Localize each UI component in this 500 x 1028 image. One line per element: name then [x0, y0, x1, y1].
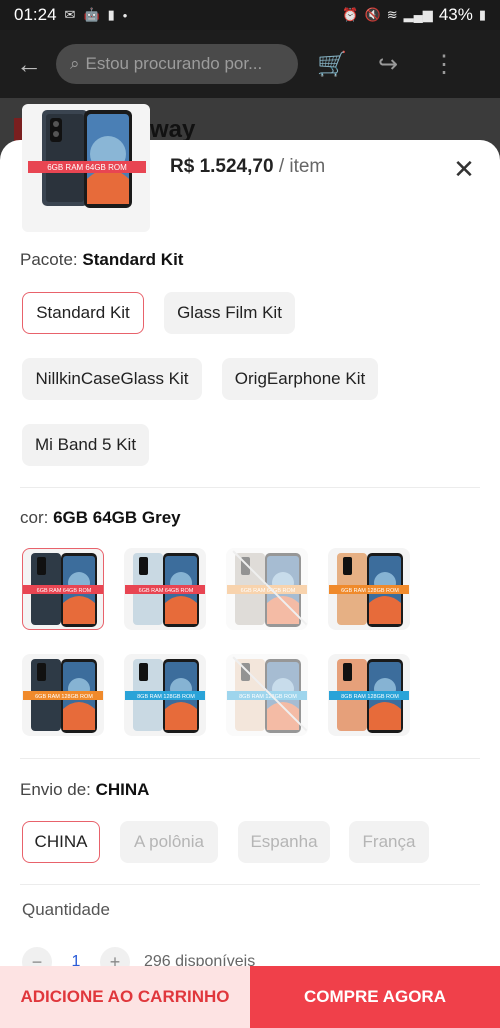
chat-icon: ▮: [107, 7, 115, 22]
price-row: R$ 1.524,70 / item: [170, 156, 325, 178]
color-swatch[interactable]: 6GB RAM 64GB ROM: [22, 548, 104, 630]
close-icon[interactable]: ✕: [448, 153, 480, 185]
swatch-badge: 6GB RAM 64GB ROM: [139, 588, 194, 594]
swatch-badge: 6GB RAM 128GB ROM: [35, 694, 93, 700]
color-swatch[interactable]: 8GB RAM 128GB ROM: [328, 654, 410, 736]
swatch-badge: 8GB RAM 128GB ROM: [341, 694, 399, 700]
phone-image: 6GB RAM 64GB ROM: [28, 110, 146, 208]
color-selected: 6GB 64GB Grey: [53, 508, 181, 527]
color-swatch[interactable]: 6GB RAM 128GB ROM: [22, 654, 104, 736]
swatch-badge: 6GB RAM 64GB ROM: [37, 588, 92, 594]
ship-selected: CHINA: [95, 780, 150, 799]
wifi-icon: ≋: [386, 7, 398, 22]
buy-now-button[interactable]: COMPRE AGORA: [250, 966, 500, 1028]
phone-image: 8GB RAM 128GB ROM: [329, 659, 409, 733]
package-selected: Standard Kit: [82, 250, 184, 269]
phone-image: 8GB RAM 128GB ROM: [227, 659, 307, 733]
ship-label: Envio de:: [20, 780, 91, 799]
search-placeholder: Estou procurando por...: [85, 54, 263, 73]
search-input[interactable]: ⌕ Estou procurando por...: [56, 44, 298, 84]
quantity-label: Quantidade: [22, 900, 110, 919]
color-label: cor:: [20, 508, 49, 527]
clock: 01:24: [14, 5, 57, 24]
ship-option-espanha[interactable]: Espanha: [238, 821, 330, 863]
swatch-badge: 8GB RAM 128GB ROM: [239, 694, 297, 700]
cart-icon[interactable]: 🛒: [310, 50, 354, 79]
color-swatch[interactable]: 8GB RAM 128GB ROM: [226, 654, 308, 736]
status-bar: 01:24 ✉ 🤖 ▮ • ⏰ 🔇 ≋ ▂▄▆ 43% ▮: [0, 0, 500, 30]
thumbnail-badge: 6GB RAM 64GB ROM: [47, 163, 127, 172]
package-option-glass-film-kit[interactable]: Glass Film Kit: [164, 292, 295, 334]
app-bar: ← ⌕ Estou procurando por... 🛒 ↪ ⋮: [0, 30, 500, 98]
phone-image: 6GB RAM 128GB ROM: [23, 659, 103, 733]
ship-option-franca[interactable]: França: [349, 821, 429, 863]
phone-image: 6GB RAM 64GB ROM: [23, 553, 103, 627]
share-icon[interactable]: ↪: [366, 50, 410, 79]
android-icon: 🤖: [83, 7, 100, 22]
mute-icon: 🔇: [364, 7, 381, 22]
divider: [20, 487, 480, 488]
phone-image: 8GB RAM 128GB ROM: [125, 659, 205, 733]
package-option-mi-band-5-kit[interactable]: Mi Band 5 Kit: [22, 424, 149, 466]
package-label: Pacote:: [20, 250, 78, 269]
color-swatch[interactable]: 6GB RAM 128GB ROM: [328, 548, 410, 630]
dot-icon: •: [122, 7, 128, 23]
more-icon[interactable]: ⋮: [422, 50, 466, 79]
phone-image: 6GB RAM 64GB ROM: [227, 553, 307, 627]
package-label-row: Pacote: Standard Kit: [20, 250, 183, 270]
phone-image: 6GB RAM 64GB ROM: [125, 553, 205, 627]
divider: [20, 758, 480, 759]
bottom-action-bar: ADICIONE AO CARRINHO COMPRE AGORA: [0, 966, 500, 1028]
divider: [20, 884, 480, 885]
swatch-badge: 8GB RAM 128GB ROM: [137, 694, 195, 700]
package-option-orig-earphone-kit[interactable]: OrigEarphone Kit: [222, 358, 378, 400]
signal-icon: ▂▄▆: [403, 7, 433, 22]
alarm-icon: ⏰: [342, 7, 359, 22]
ship-label-row: Envio de: CHINA: [20, 780, 149, 800]
price: R$ 1.524,70: [170, 156, 274, 177]
package-option-standard-kit[interactable]: Standard Kit: [22, 292, 144, 334]
swatch-badge: 6GB RAM 64GB ROM: [241, 588, 296, 594]
color-swatch[interactable]: 6GB RAM 64GB ROM: [226, 548, 308, 630]
color-swatch[interactable]: 8GB RAM 128GB ROM: [124, 654, 206, 736]
price-unit: / item: [278, 156, 326, 177]
battery-percent: 43%: [438, 5, 473, 24]
color-swatch[interactable]: 6GB RAM 64GB ROM: [124, 548, 206, 630]
ship-option-polonia[interactable]: A polônia: [120, 821, 218, 863]
package-option-nillkin-case-glass-kit[interactable]: NillkinCaseGlass Kit: [22, 358, 202, 400]
search-icon: ⌕: [70, 54, 80, 73]
battery-icon: ▮: [478, 7, 486, 22]
product-thumbnail: 6GB RAM 64GB ROM: [22, 104, 150, 232]
color-label-row: cor: 6GB 64GB Grey: [20, 508, 181, 528]
phone-image: 6GB RAM 128GB ROM: [329, 553, 409, 627]
swatch-badge: 6GB RAM 128GB ROM: [341, 588, 399, 594]
mail-icon: ✉: [64, 7, 76, 22]
add-to-cart-button[interactable]: ADICIONE AO CARRINHO: [0, 966, 250, 1028]
ship-option-china[interactable]: CHINA: [22, 821, 100, 863]
back-arrow-icon[interactable]: ←: [14, 49, 44, 80]
